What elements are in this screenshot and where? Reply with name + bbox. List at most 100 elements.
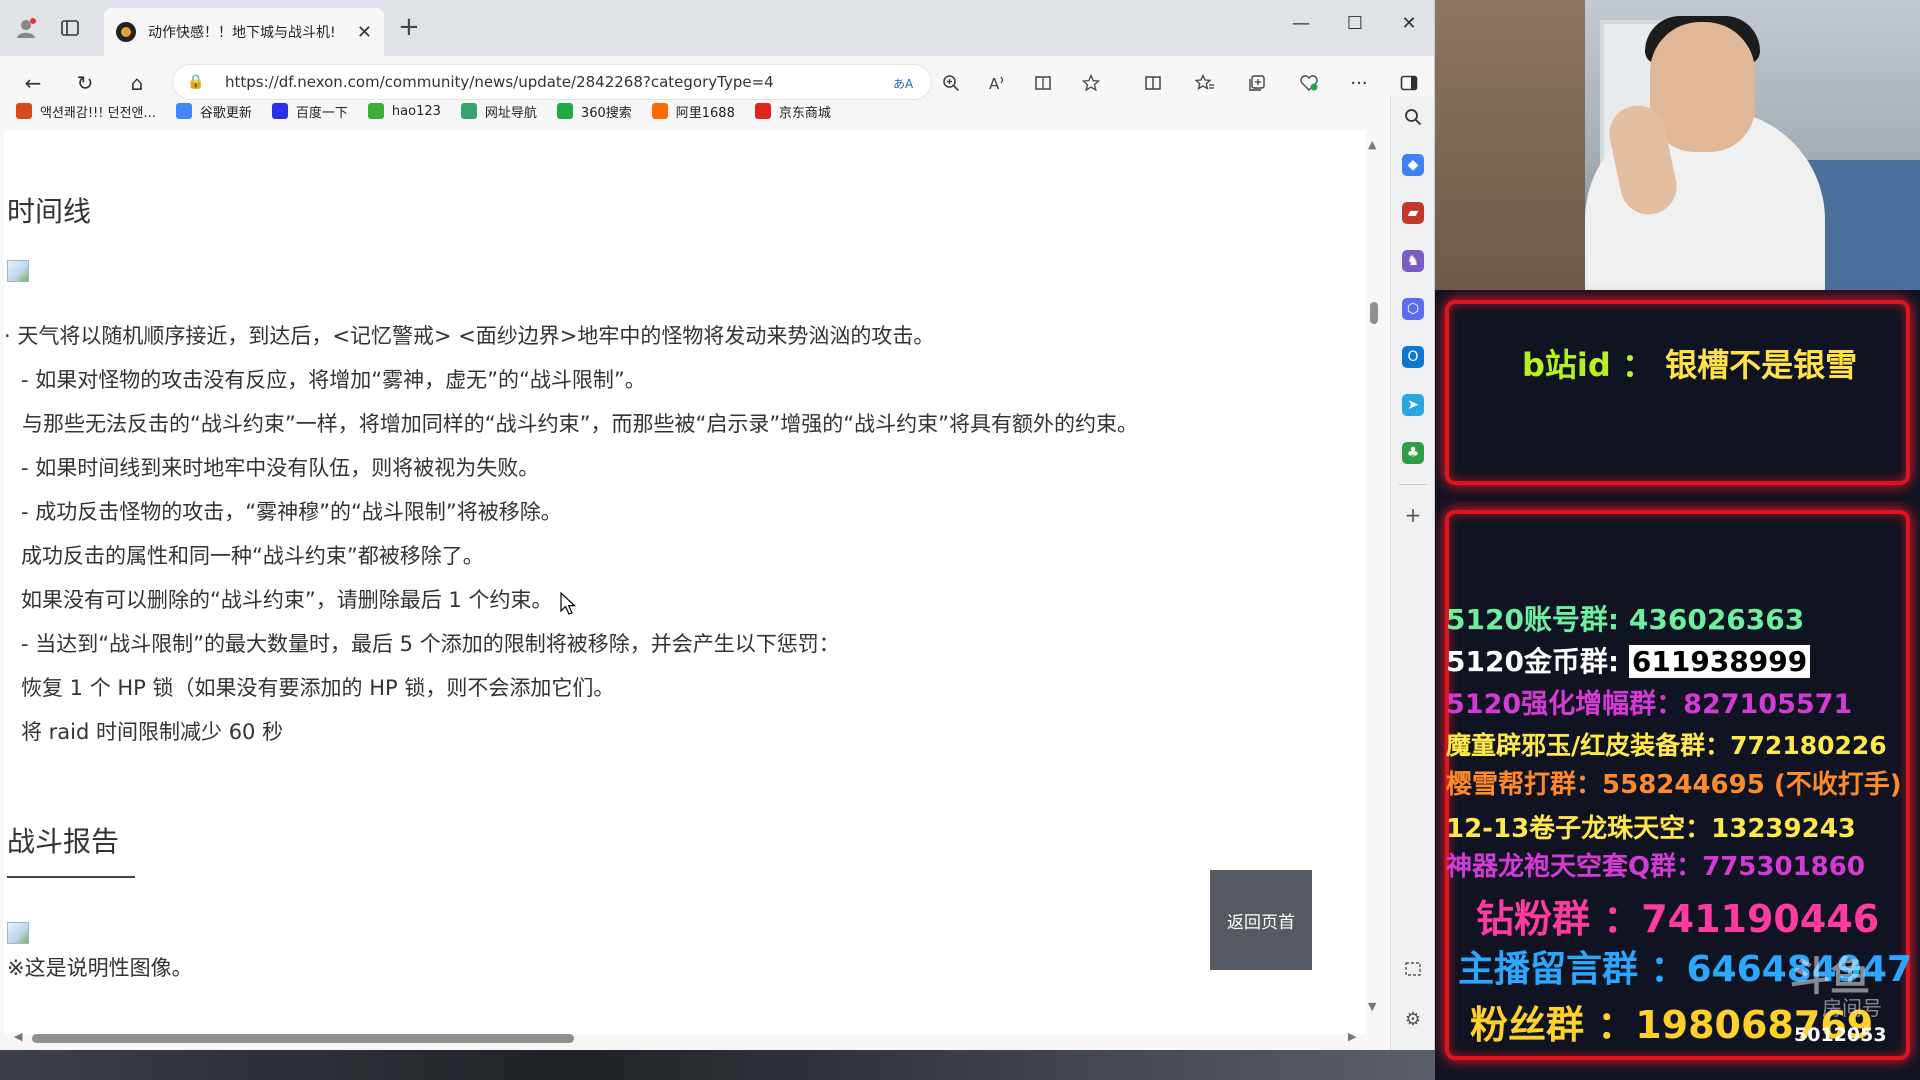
shopping-tag-icon[interactable]: ◆: [1402, 154, 1424, 176]
group-label: 钻粉群 ：: [1476, 897, 1642, 941]
content-line: - 如果对怪物的攻击没有反应，将增加“雾神，虚无”的“战斗限制”。: [21, 368, 646, 392]
browser-essentials-icon[interactable]: [1296, 70, 1322, 96]
horizontal-scrollbar[interactable]: ◀ ▶: [4, 1028, 1366, 1048]
bookmark-label: 谷歌更新: [199, 105, 252, 121]
vertical-scrollbar[interactable]: ▲ ▼: [1366, 134, 1382, 1014]
svg-text:A: A: [989, 75, 1000, 92]
add-icon[interactable]: +: [1402, 503, 1424, 527]
read-aloud-icon[interactable]: A: [984, 70, 1010, 96]
room-number: 5012053: [1794, 1024, 1887, 1046]
bookmark-label: 阿里1688: [675, 105, 735, 121]
bookmark-favicon-icon: [271, 103, 288, 119]
bookmark-label: 网址导航: [484, 105, 537, 121]
group-label: 魔童辟邪玉/红皮装备群：: [1446, 731, 1731, 760]
settings-more-button[interactable]: ···: [1344, 68, 1374, 98]
tab-actions-icon[interactable]: [56, 14, 84, 42]
bookmark-item[interactable]: 百度一下: [271, 102, 348, 121]
group-label: 樱雪帮打群：: [1446, 770, 1603, 800]
browser-window: 动作快感！！地下城与战斗机! ✕ + — ☐ ✕ ← ↻ ⌂ 🔒 https:/…: [0, 0, 1435, 1050]
search-icon[interactable]: [1402, 106, 1424, 128]
group-line-diamond-fans: 钻粉群 ：741190446: [1476, 888, 1879, 943]
bookmark-item[interactable]: 京东商城: [754, 102, 831, 121]
group-number: 13239243: [1711, 814, 1856, 844]
favorite-star-icon[interactable]: [1078, 70, 1104, 96]
bili-id-value: 银槽不是银雪: [1665, 346, 1858, 384]
webcam-wardrobe: [1435, 0, 1585, 290]
bookmark-label: hao123: [391, 103, 441, 119]
home-button[interactable]: ⌂: [122, 68, 152, 98]
bookmark-label: 百度一下: [295, 105, 348, 121]
section-title-timeline: 时间线: [7, 195, 92, 228]
lock-icon[interactable]: 🔒: [187, 74, 209, 90]
collections-icon[interactable]: [1244, 70, 1270, 96]
broken-image-icon: [7, 922, 29, 944]
content-line: 成功反击的属性和同一种“战斗约束”都被移除了。: [21, 544, 484, 568]
close-window-button[interactable]: ✕: [1394, 8, 1424, 38]
screenshot-icon[interactable]: [1402, 958, 1424, 980]
content-line: - 如果时间线到来时地牢中没有队伍，则将被视为失败。: [21, 456, 540, 480]
room-number-badge: 斗鱼 房间号 5012053: [1782, 940, 1892, 1052]
bookmark-item[interactable]: 阿里1688: [651, 102, 735, 121]
maximize-button[interactable]: ☐: [1340, 8, 1370, 38]
address-bar[interactable]: 🔒 https://df.nexon.com/community/news/up…: [172, 64, 932, 100]
tools-icon[interactable]: ▰: [1402, 202, 1424, 224]
tab-bar: 动作快感！！地下城与战斗机! ✕ + — ☐ ✕: [0, 0, 1434, 56]
back-to-top-button[interactable]: 返回页首: [1210, 870, 1312, 970]
bookmark-favicon-icon: [460, 103, 477, 119]
horizontal-scroll-thumb[interactable]: [32, 1034, 574, 1043]
translate-icon[interactable]: あA: [890, 70, 916, 96]
immersive-reader-icon[interactable]: [1030, 70, 1056, 96]
group-line-gold: 5120金币群: 611938999: [1446, 640, 1811, 680]
outlook-icon[interactable]: O: [1402, 346, 1424, 368]
gear-icon[interactable]: ⚙: [1402, 1008, 1424, 1030]
bookmark-item[interactable]: 谷歌更新: [175, 102, 252, 121]
group-number: 558244695 (不收打手): [1602, 770, 1902, 800]
send-icon[interactable]: ➤: [1402, 394, 1424, 416]
bookmark-item[interactable]: 액션쾌감!!! 던전앤...: [16, 102, 156, 121]
profile-icon[interactable]: [12, 14, 40, 42]
zoom-icon[interactable]: [938, 70, 964, 96]
content-line: · 天气将以随机顺序接近，到达后，<记忆警戒> <面纱边界>地牢中的怪物将发动来…: [4, 324, 935, 348]
bookmark-label: 360搜索: [580, 105, 632, 121]
tree-icon[interactable]: ♣: [1402, 442, 1424, 464]
group-number: 436026363: [1628, 603, 1805, 636]
tab-active[interactable]: 动作快感！！地下城与战斗机! ✕: [104, 8, 384, 56]
vertical-scroll-thumb[interactable]: [1370, 302, 1378, 324]
scroll-right-icon[interactable]: ▶: [1348, 1030, 1356, 1043]
group-line-account: 5120账号群: 436026363: [1446, 598, 1804, 638]
content-line: 将 raid 时间限制减少 60 秒: [21, 720, 284, 744]
url-text[interactable]: https://df.nexon.com/community/news/upda…: [225, 73, 774, 91]
bookmark-item[interactable]: hao123: [367, 103, 441, 119]
group-line-artifact: 神器龙袍天空套Q群：775301860: [1446, 846, 1865, 883]
split-screen-icon[interactable]: [1140, 70, 1166, 96]
tab-close-icon[interactable]: ✕: [357, 22, 372, 43]
games-icon[interactable]: ♞: [1402, 250, 1424, 272]
edge-sidebar: ◆ ▰ ♞ ⬡ O ➤ ♣ + ⚙: [1390, 96, 1434, 1050]
bookmark-item[interactable]: 360搜索: [556, 102, 632, 121]
favorites-icon[interactable]: [1192, 70, 1218, 96]
refresh-button[interactable]: ↻: [70, 68, 100, 98]
group-number: 827105571: [1683, 689, 1853, 720]
scroll-down-icon[interactable]: ▼: [1368, 1000, 1376, 1013]
minimize-button[interactable]: —: [1286, 8, 1316, 38]
content-line: 与那些无法反击的“战斗约束”一样，将增加同样的“战斗约束”，而那些被“启示录”增…: [22, 412, 1139, 436]
sidebar-toggle-icon[interactable]: [1394, 68, 1424, 98]
scroll-up-icon[interactable]: ▲: [1368, 138, 1376, 151]
site-favicon-icon: [116, 22, 136, 42]
bookmark-favicon-icon: [754, 103, 771, 119]
image-caption: ※这是说明性图像。: [7, 956, 193, 980]
content-line: - 当达到“战斗限制”的最大数量时，最后 5 个添加的限制将被移除，并会产生以下…: [21, 632, 840, 656]
content-line: 如果没有可以删除的“战斗约束”，请删除最后 1 个约束。: [21, 588, 553, 612]
scroll-left-icon[interactable]: ◀: [14, 1030, 22, 1043]
copilot-icon[interactable]: ⬡: [1402, 298, 1424, 320]
content-line: - 成功反击怪物的攻击，“雾神穆”的“战斗限制”将被移除。: [21, 500, 562, 524]
group-label: 5120强化增幅群：: [1446, 689, 1684, 720]
new-tab-button[interactable]: +: [398, 12, 420, 42]
group-number: 775301860: [1702, 852, 1865, 882]
group-label: 12-13卷子龙珠天空：: [1446, 814, 1712, 844]
back-button[interactable]: ←: [18, 68, 48, 98]
bookmark-item[interactable]: 网址导航: [460, 102, 537, 121]
webcam-feed: [1435, 0, 1920, 290]
bili-id-panel: [1445, 300, 1910, 485]
group-line-carry: 樱雪帮打群：558244695 (不收打手): [1446, 764, 1902, 801]
